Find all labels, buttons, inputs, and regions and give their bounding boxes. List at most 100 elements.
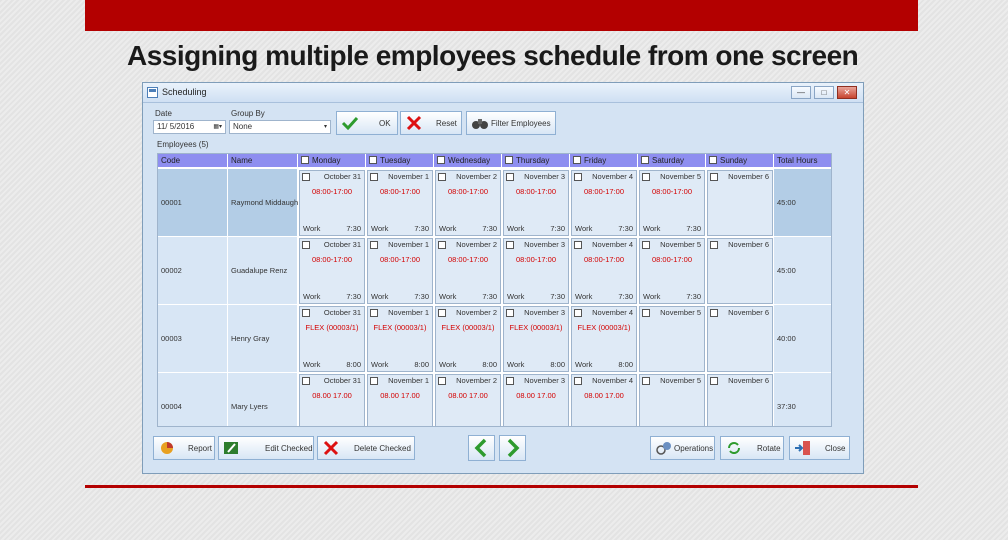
day-checkbox[interactable] xyxy=(302,173,310,181)
friday-checkbox[interactable] xyxy=(573,156,581,164)
day-cell[interactable]: November 3 08.00 17.00 xyxy=(503,374,569,426)
day-checkbox[interactable] xyxy=(710,241,718,249)
day-cell[interactable]: November 1 08:00-17:00 Work 7:30 xyxy=(367,238,433,304)
day-cell[interactable]: November 3 08:00-17:00 Work 7:30 xyxy=(503,238,569,304)
name-cell[interactable]: Mary Lyers xyxy=(228,373,298,426)
day-checkbox[interactable] xyxy=(710,377,718,385)
name-cell[interactable]: Raymond Middaugh xyxy=(228,169,298,237)
day-cell[interactable]: November 1 08.00 17.00 xyxy=(367,374,433,426)
total-hours-cell[interactable]: 37:30 xyxy=(774,373,831,426)
day-cell[interactable]: November 5 08:00-17:00 Work 7:30 xyxy=(639,238,705,304)
day-checkbox[interactable] xyxy=(438,309,446,317)
tuesday-checkbox[interactable] xyxy=(369,156,377,164)
maximize-button[interactable]: □ xyxy=(814,86,834,99)
day-checkbox[interactable] xyxy=(642,173,650,181)
day-checkbox[interactable] xyxy=(710,173,718,181)
delete-checked-button[interactable]: Delete Checked xyxy=(317,436,415,460)
column-header-friday[interactable]: Friday xyxy=(570,154,638,167)
day-checkbox[interactable] xyxy=(710,309,718,317)
column-header-monday[interactable]: Monday xyxy=(298,154,366,167)
day-checkbox[interactable] xyxy=(642,309,650,317)
day-cell[interactable]: November 4 FLEX (00003/1) Work 8:00 xyxy=(571,306,637,372)
close-window-button[interactable]: ✕ xyxy=(837,86,857,99)
monday-checkbox[interactable] xyxy=(301,156,309,164)
total-hours-cell[interactable]: 45:00 xyxy=(774,237,831,305)
code-cell[interactable]: 00003 xyxy=(158,305,228,373)
day-checkbox[interactable] xyxy=(574,173,582,181)
day-cell[interactable]: November 3 08:00-17:00 Work 7:30 xyxy=(503,170,569,236)
code-cell[interactable]: 00002 xyxy=(158,237,228,305)
group-by-select[interactable]: None ▾ xyxy=(229,120,331,134)
day-checkbox[interactable] xyxy=(506,309,514,317)
day-checkbox[interactable] xyxy=(438,377,446,385)
operations-button[interactable]: Operations xyxy=(650,436,715,460)
filter-employees-button[interactable]: Filter Employees xyxy=(466,111,556,135)
column-header-total-hours[interactable]: Total Hours xyxy=(774,154,831,167)
day-checkbox[interactable] xyxy=(370,309,378,317)
day-cell[interactable]: November 1 FLEX (00003/1) Work 8:00 xyxy=(367,306,433,372)
column-header-tuesday[interactable]: Tuesday xyxy=(366,154,434,167)
calendar-dropdown-icon[interactable]: ▦▾ xyxy=(213,121,222,133)
total-hours-cell[interactable]: 45:00 xyxy=(774,169,831,237)
day-cell[interactable]: November 5 08:00-17:00 Work 7:30 xyxy=(639,170,705,236)
column-header-sunday[interactable]: Sunday xyxy=(706,154,774,167)
day-cell[interactable]: October 31 08.00 17.00 xyxy=(299,374,365,426)
thursday-checkbox[interactable] xyxy=(505,156,513,164)
day-cell[interactable]: November 1 08:00-17:00 Work 7:30 xyxy=(367,170,433,236)
day-checkbox[interactable] xyxy=(642,241,650,249)
day-checkbox[interactable] xyxy=(506,377,514,385)
day-checkbox[interactable] xyxy=(302,309,310,317)
column-header-saturday[interactable]: Saturday xyxy=(638,154,706,167)
sunday-checkbox[interactable] xyxy=(709,156,717,164)
day-cell[interactable]: November 4 08:00-17:00 Work 7:30 xyxy=(571,170,637,236)
day-checkbox[interactable] xyxy=(574,241,582,249)
name-cell[interactable]: Guadalupe Renz xyxy=(228,237,298,305)
day-cell[interactable]: November 2 08:00-17:00 Work 7:30 xyxy=(435,170,501,236)
name-cell[interactable]: Henry Gray xyxy=(228,305,298,373)
day-checkbox[interactable] xyxy=(438,173,446,181)
column-header-thursday[interactable]: Thursday xyxy=(502,154,570,167)
day-checkbox[interactable] xyxy=(370,241,378,249)
day-cell[interactable]: November 3 FLEX (00003/1) Work 8:00 xyxy=(503,306,569,372)
edit-checked-button[interactable]: Edit Checked xyxy=(218,436,314,460)
day-cell[interactable]: November 2 08.00 17.00 xyxy=(435,374,501,426)
day-cell[interactable]: November 5 xyxy=(639,306,705,372)
day-checkbox[interactable] xyxy=(370,173,378,181)
day-cell[interactable]: October 31 08:00-17:00 Work 7:30 xyxy=(299,170,365,236)
day-checkbox[interactable] xyxy=(370,377,378,385)
day-checkbox[interactable] xyxy=(574,309,582,317)
saturday-checkbox[interactable] xyxy=(641,156,649,164)
day-checkbox[interactable] xyxy=(438,241,446,249)
day-cell[interactable]: October 31 08:00-17:00 Work 7:30 xyxy=(299,238,365,304)
next-week-button[interactable] xyxy=(499,435,526,461)
total-hours-cell[interactable]: 40:00 xyxy=(774,305,831,373)
minimize-button[interactable]: — xyxy=(791,86,811,99)
day-cell[interactable]: November 2 08:00-17:00 Work 7:30 xyxy=(435,238,501,304)
previous-week-button[interactable] xyxy=(468,435,495,461)
code-cell[interactable]: 00001 xyxy=(158,169,228,237)
day-cell[interactable]: November 6 xyxy=(707,306,773,372)
reset-button[interactable]: Reset xyxy=(400,111,462,135)
day-cell[interactable]: November 6 xyxy=(707,238,773,304)
day-cell[interactable]: November 6 xyxy=(707,170,773,236)
wednesday-checkbox[interactable] xyxy=(437,156,445,164)
day-checkbox[interactable] xyxy=(574,377,582,385)
day-checkbox[interactable] xyxy=(506,173,514,181)
day-cell[interactable]: November 5 xyxy=(639,374,705,426)
close-button[interactable]: Close xyxy=(789,436,850,460)
date-field[interactable]: 11/ 5/2016 ▦▾ xyxy=(153,120,226,134)
day-checkbox[interactable] xyxy=(506,241,514,249)
day-cell[interactable]: November 4 08.00 17.00 xyxy=(571,374,637,426)
day-checkbox[interactable] xyxy=(642,377,650,385)
report-button[interactable]: Report xyxy=(153,436,215,460)
day-checkbox[interactable] xyxy=(302,377,310,385)
column-header-code[interactable]: Code xyxy=(158,154,228,167)
ok-button[interactable]: OK xyxy=(336,111,398,135)
day-checkbox[interactable] xyxy=(302,241,310,249)
day-cell[interactable]: November 6 xyxy=(707,374,773,426)
column-header-name[interactable]: Name xyxy=(228,154,298,167)
day-cell[interactable]: November 2 FLEX (00003/1) Work 8:00 xyxy=(435,306,501,372)
rotate-button[interactable]: Rotate xyxy=(720,436,784,460)
day-cell[interactable]: October 31 FLEX (00003/1) Work 8:00 xyxy=(299,306,365,372)
day-cell[interactable]: November 4 08:00-17:00 Work 7:30 xyxy=(571,238,637,304)
